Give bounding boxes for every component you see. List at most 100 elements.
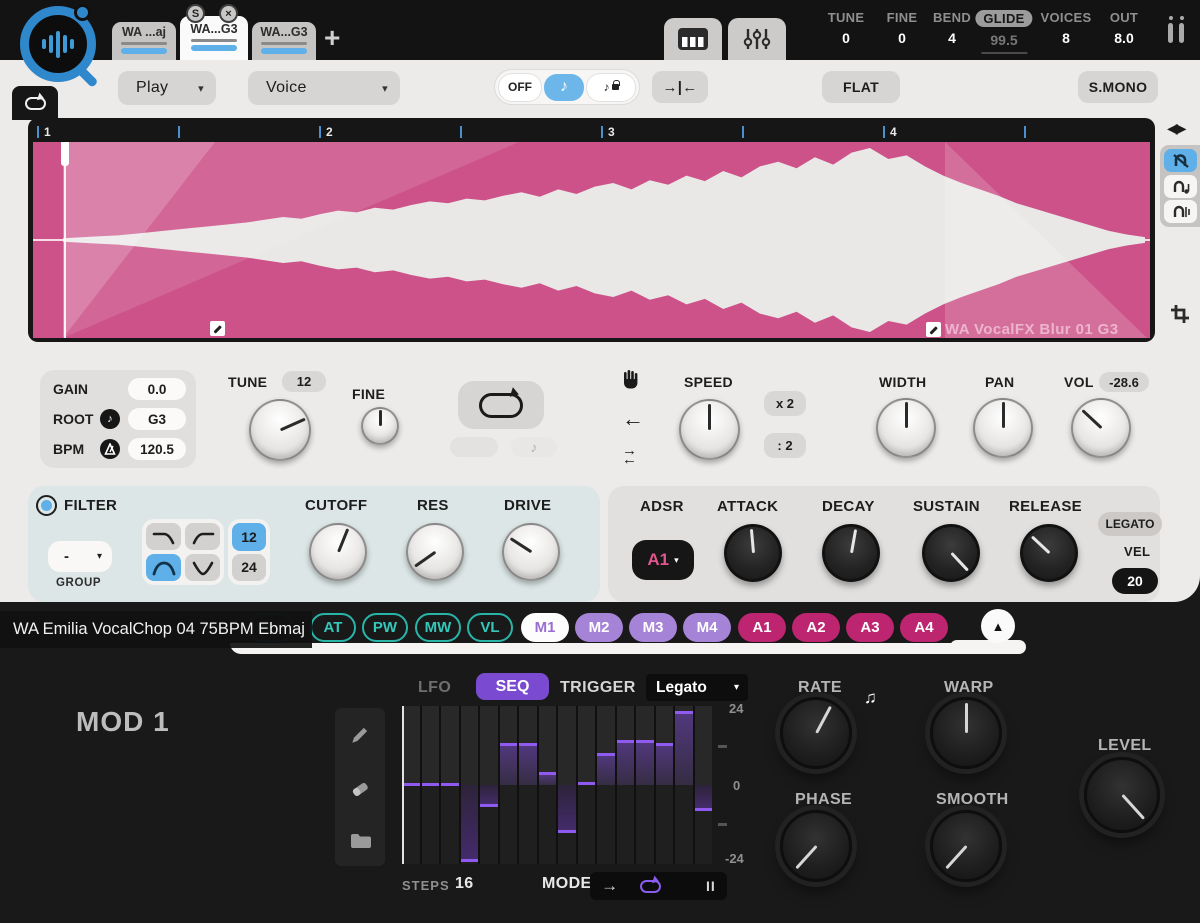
mod-slot-m1[interactable]: M1	[521, 613, 569, 642]
param-value[interactable]: 0	[887, 30, 918, 46]
pan-knob[interactable]	[973, 398, 1033, 458]
seq-step-3[interactable]	[441, 706, 459, 864]
sync-note-lock-button[interactable]: ♪	[587, 74, 635, 101]
seq-tab[interactable]: SEQ	[476, 673, 549, 700]
play-reverse-icon[interactable]: ←	[622, 406, 644, 432]
seq-step-10[interactable]	[578, 706, 596, 864]
mod-source-vl[interactable]: VL	[467, 613, 513, 642]
level-knob[interactable]	[1084, 757, 1160, 833]
mod-slot-m4[interactable]: M4	[683, 613, 731, 642]
fine-knob[interactable]	[361, 407, 399, 445]
steps-value[interactable]: 16	[455, 875, 474, 893]
slope-24-button[interactable]: 24	[232, 554, 266, 582]
tune-knob[interactable]	[249, 399, 311, 461]
notch-button[interactable]	[185, 554, 220, 581]
presets-folder-button[interactable]	[349, 830, 373, 855]
bpm-value[interactable]: 120.5	[128, 438, 186, 460]
vol-value[interactable]: -28.6	[1099, 372, 1149, 392]
tune-value[interactable]: 12	[282, 371, 326, 392]
smono-button[interactable]: S.MONO	[1078, 71, 1158, 103]
env-slot-a2[interactable]: A2	[792, 613, 840, 642]
param-slider[interactable]	[981, 52, 1027, 54]
seq-step-7[interactable]	[519, 706, 537, 864]
add-tab-button[interactable]: +	[324, 22, 340, 54]
loop-toggle-button[interactable]	[458, 381, 544, 429]
decay-knob[interactable]	[822, 524, 880, 582]
mode-forward-button[interactable]: →	[601, 876, 618, 896]
seq-step-16[interactable]	[695, 706, 713, 864]
snap-to-center-button[interactable]: →|←	[652, 71, 708, 103]
slope-12-button[interactable]: 12	[232, 523, 266, 551]
timeline-ruler[interactable]: 1234	[33, 122, 1150, 142]
highpass-button[interactable]	[185, 523, 220, 550]
seq-step-4[interactable]	[461, 706, 479, 864]
pencil-tool-button[interactable]	[349, 724, 371, 751]
seq-step-14[interactable]	[656, 706, 674, 864]
mode-hold-button[interactable]: II	[706, 878, 716, 894]
expand-mod-panel-button[interactable]: ▲	[981, 609, 1015, 643]
width-knob[interactable]	[876, 398, 936, 458]
mod-source-at[interactable]: AT	[310, 613, 356, 642]
smooth-knob[interactable]	[930, 810, 1002, 882]
play-mode-dropdown[interactable]: Play ▾	[118, 71, 216, 105]
keyboard-view-tab[interactable]	[664, 18, 722, 60]
env-slot-a3[interactable]: A3	[846, 613, 894, 642]
legato-button[interactable]: LEGATO	[1098, 512, 1162, 536]
param-value[interactable]: 0	[828, 30, 865, 46]
hand-drag-icon[interactable]	[620, 368, 642, 395]
drive-knob[interactable]	[502, 523, 560, 581]
seq-step-2[interactable]	[422, 706, 440, 864]
step-sequencer[interactable]	[402, 706, 712, 864]
eraser-tool-button[interactable]	[349, 778, 371, 805]
trigger-dropdown[interactable]: Legato ▾	[646, 674, 748, 701]
mod-source-mw[interactable]: MW	[415, 613, 461, 642]
rate-knob[interactable]	[780, 697, 852, 769]
mixer-view-tab[interactable]	[728, 18, 786, 60]
preset-tab-1[interactable]: WA ...aj	[112, 22, 176, 60]
param-value[interactable]: 4	[933, 30, 971, 46]
edit-marker-button[interactable]	[210, 321, 225, 336]
filter-group-dropdown[interactable]: - ▾	[48, 541, 112, 572]
loop-sub-button[interactable]	[450, 437, 498, 457]
cutoff-knob[interactable]	[309, 523, 367, 581]
param-value[interactable]: 99.5	[975, 32, 1032, 48]
preset-tab-3[interactable]: WA...G3	[252, 22, 316, 60]
solo-badge[interactable]: S	[186, 4, 205, 23]
sync-off-button[interactable]: OFF	[499, 74, 541, 101]
mode-loop-button[interactable]	[640, 880, 661, 893]
vol-knob[interactable]	[1071, 398, 1131, 458]
root-value[interactable]: G3	[128, 408, 186, 430]
phase-knob[interactable]	[780, 810, 852, 882]
seq-step-8[interactable]	[539, 706, 557, 864]
lowpass-button[interactable]	[146, 523, 181, 550]
collapse-panel-icon[interactable]: ◀▶	[1167, 120, 1185, 137]
param-value[interactable]: 8	[1041, 30, 1092, 46]
seq-step-5[interactable]	[480, 706, 498, 864]
lfo-tab[interactable]: LFO	[418, 679, 451, 697]
seq-step-6[interactable]	[500, 706, 518, 864]
warp-knob[interactable]	[930, 697, 1002, 769]
ping-pong-icon[interactable]: → ←	[622, 446, 637, 465]
preset-tab-2[interactable]: WA...G3	[180, 16, 248, 60]
adsr-slot-dropdown[interactable]: A1 ▾	[632, 540, 694, 580]
loop-mode-tab[interactable]	[12, 86, 58, 120]
seq-step-13[interactable]	[636, 706, 654, 864]
env-slot-a4[interactable]: A4	[900, 613, 948, 642]
env-slot-a1[interactable]: A1	[738, 613, 786, 642]
edit-sample-button[interactable]	[926, 322, 941, 337]
seq-step-12[interactable]	[617, 706, 635, 864]
seq-step-1[interactable]	[402, 706, 420, 864]
crop-button[interactable]	[1170, 304, 1190, 329]
voice-mode-dropdown[interactable]: Voice ▾	[248, 71, 400, 105]
flat-button[interactable]: FLAT	[822, 71, 900, 103]
mod-source-pw[interactable]: PW	[362, 613, 408, 642]
seq-step-11[interactable]	[597, 706, 615, 864]
sustain-knob[interactable]	[922, 524, 980, 582]
snap-note-button[interactable]	[1164, 175, 1197, 198]
gain-value[interactable]: 0.0	[128, 378, 186, 400]
mod-slot-m3[interactable]: M3	[629, 613, 677, 642]
snap-grid-button[interactable]	[1164, 200, 1197, 223]
seq-step-15[interactable]	[675, 706, 693, 864]
param-value[interactable]: 8.0	[1110, 30, 1138, 46]
speed-double-button[interactable]: x 2	[764, 391, 806, 416]
